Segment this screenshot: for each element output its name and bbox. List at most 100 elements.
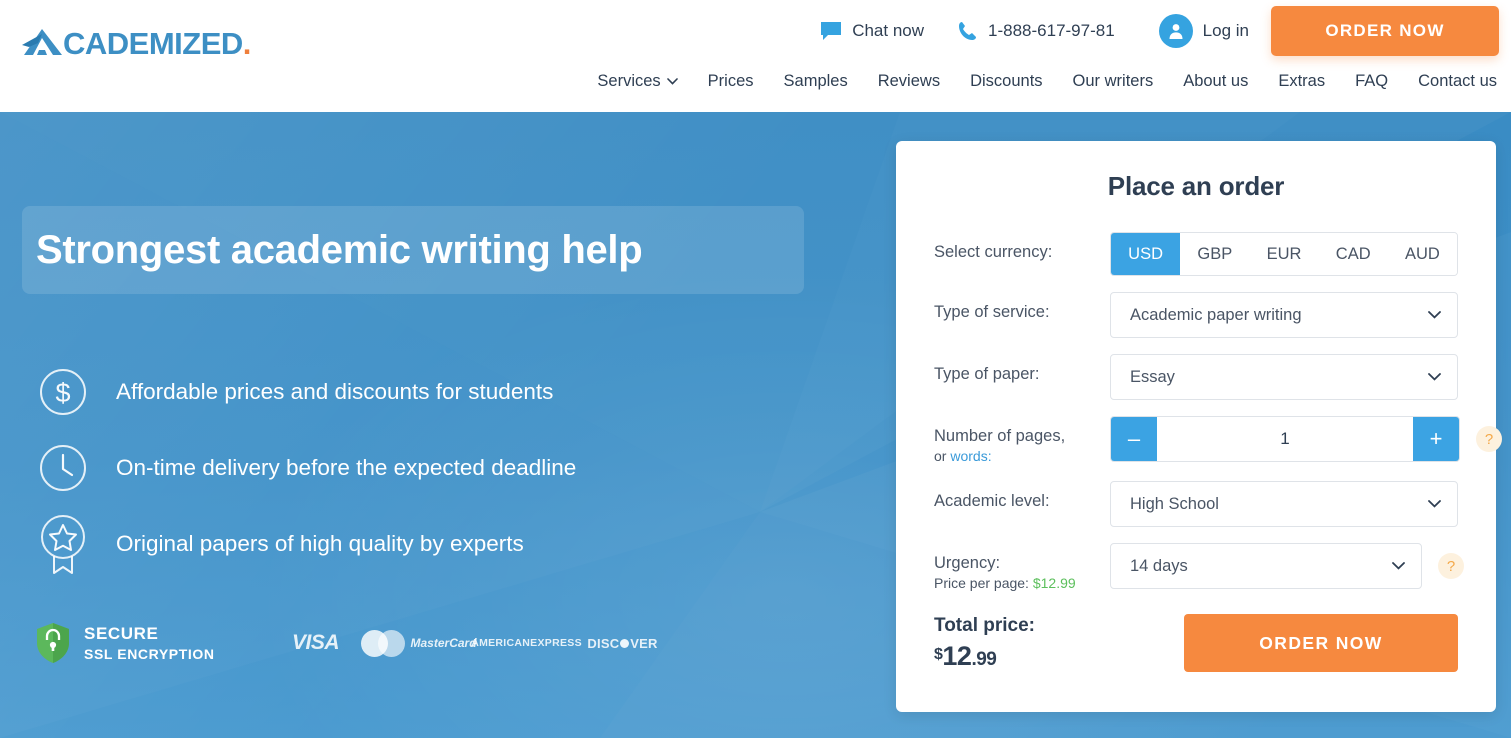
pages-help-icon[interactable]: ? — [1476, 426, 1502, 452]
type-of-paper-select[interactable]: Essay — [1110, 354, 1458, 400]
discover-dot-icon — [620, 638, 630, 648]
pages-row: Number of pages, or words: – 1 + ? — [934, 416, 1502, 465]
currency-option-eur[interactable]: EUR — [1249, 233, 1319, 275]
pages-label-or: or — [934, 447, 951, 464]
nav-item-contact-us[interactable]: Contact us — [1418, 72, 1497, 91]
nav-item-reviews[interactable]: Reviews — [878, 72, 940, 91]
nav-item-extras[interactable]: Extras — [1278, 72, 1325, 91]
hero-headline-box: Strongest academic writing help — [22, 206, 804, 294]
chat-now-label: Chat now — [852, 21, 925, 40]
academic-level-value: High School — [1130, 494, 1219, 513]
total-row: Total price: $12.99 ORDER NOW — [934, 614, 1458, 673]
mastercard-label: MasterCard — [410, 636, 477, 650]
pages-label: Number of pages, or words: — [934, 416, 1110, 465]
nav-item-our-writers[interactable]: Our writers — [1073, 72, 1154, 91]
type-of-service-select[interactable]: Academic paper writing — [1110, 292, 1458, 338]
chat-now-link[interactable]: Chat now — [820, 21, 924, 41]
currency-selector[interactable]: USD GBP EUR CAD AUD — [1110, 232, 1458, 276]
phone-label: 1-888-617-97-81 — [988, 21, 1115, 40]
hero-bullet-item: On-time delivery before the expected dea… — [32, 430, 576, 506]
pages-increment-button[interactable]: + — [1413, 417, 1459, 461]
total-price-value: $12.99 — [934, 641, 1184, 672]
login-link[interactable]: Log in — [1158, 14, 1249, 48]
discover-logo: DISC VER — [575, 636, 671, 651]
currency-row: Select currency: USD GBP EUR CAD AUD — [934, 232, 1458, 276]
phone-link[interactable]: 1-888-617-97-81 — [958, 20, 1115, 42]
hero-bullet-item: Original papers of high quality by exper… — [32, 506, 576, 582]
payment-logos: VISA MasterCard AMERICAN EXPRESS DISC VER — [273, 629, 671, 657]
academic-level-select[interactable]: High School — [1110, 481, 1458, 528]
chevron-down-icon — [1428, 373, 1441, 381]
pages-decrement-button[interactable]: – — [1111, 417, 1157, 461]
currency-option-aud[interactable]: AUD — [1387, 233, 1457, 275]
currency-label: Select currency: — [934, 243, 1053, 261]
paper-row: Type of paper: Essay — [934, 354, 1458, 400]
service-row: Type of service: Academic paper writing — [934, 292, 1458, 338]
order-form-title: Place an order — [1107, 171, 1285, 201]
site-logo[interactable]: CADEMIZED. — [22, 22, 251, 64]
hero-headline: Strongest academic writing help — [36, 227, 643, 272]
total-cents: .99 — [971, 648, 997, 670]
total-amount: 12 — [942, 640, 972, 671]
nav-item-about-us[interactable]: About us — [1183, 72, 1248, 91]
currency-option-gbp[interactable]: GBP — [1180, 233, 1250, 275]
price-per-page-prefix: Price per page: — [934, 574, 1033, 591]
phone-icon — [959, 22, 977, 40]
urgency-select[interactable]: 14 days — [1110, 543, 1422, 590]
logo-dot: . — [242, 25, 252, 61]
type-of-paper-value: Essay — [1130, 367, 1175, 386]
nav-item-discounts[interactable]: Discounts — [970, 72, 1042, 91]
star-badge-icon — [32, 513, 94, 575]
currency-option-cad[interactable]: CAD — [1318, 233, 1388, 275]
hero-bullet-item: $ Affordable prices and discounts for st… — [32, 354, 576, 430]
amex-logo: AMERICAN EXPRESS — [471, 637, 581, 650]
svg-text:$: $ — [55, 378, 70, 408]
chevron-down-icon — [1428, 311, 1441, 319]
nav-item-samples[interactable]: Samples — [784, 72, 848, 91]
urgency-label-text: Urgency: — [934, 554, 1001, 573]
chat-bubble-icon — [821, 22, 842, 40]
hero-bullet-list: $ Affordable prices and discounts for st… — [32, 354, 576, 582]
landing-page: CADEMIZED. Chat now 1-888-617-97-81 Log … — [0, 0, 1511, 738]
secure-badge-text: SECURE SSL ENCRYPTION — [84, 624, 215, 663]
mastercard-logo: MasterCard — [359, 629, 479, 657]
nav-item-faq[interactable]: FAQ — [1355, 72, 1388, 91]
header-top-row: Chat now 1-888-617-97-81 Log in ORDER NO… — [820, 0, 1511, 62]
nav-item-services[interactable]: Services — [597, 72, 678, 91]
mastercard-circles-icon — [360, 629, 405, 657]
secure-badge-row: SECURE SSL ENCRYPTION VISA MasterCard AM… — [36, 622, 671, 664]
pages-label-line2: or words: — [934, 448, 1110, 466]
secure-line1: SECURE — [84, 623, 159, 643]
service-label: Type of service: — [934, 303, 1050, 321]
hero-bullet-text: On-time delivery before the expected dea… — [116, 455, 577, 480]
order-form-card: Place an order Select currency: USD GBP … — [896, 141, 1502, 712]
total-price-label: Total price: — [934, 614, 1035, 636]
amex-line1: AMERICAN — [471, 636, 531, 649]
type-of-service-value: Academic paper writing — [1130, 305, 1302, 324]
header-order-now-button[interactable]: ORDER NOW — [1271, 6, 1499, 56]
login-label: Log in — [1202, 21, 1249, 40]
user-avatar-icon — [1158, 14, 1193, 48]
nav-item-prices[interactable]: Prices — [708, 72, 754, 91]
hero-bullet-text: Original papers of high quality by exper… — [116, 531, 524, 556]
logo-mark-icon — [22, 29, 62, 55]
chevron-down-icon — [1428, 500, 1441, 508]
pages-label-line1: Number of pages, — [934, 427, 1066, 445]
chevron-down-icon — [666, 78, 678, 85]
order-form-submit-button[interactable]: ORDER NOW — [1184, 614, 1458, 673]
level-row: Academic level: High School — [934, 481, 1458, 528]
discover-post: VER — [630, 635, 658, 651]
logo-text: CADEMIZED. — [63, 25, 252, 61]
level-label: Academic level: — [934, 492, 1050, 511]
urgency-row: Urgency: Price per page: $12.99 14 days … — [934, 543, 1464, 593]
currency-option-usd[interactable]: USD — [1111, 233, 1181, 275]
paper-label: Type of paper: — [934, 365, 1040, 383]
shield-lock-icon — [37, 623, 69, 663]
urgency-help-icon[interactable]: ? — [1438, 553, 1464, 580]
pages-stepper[interactable]: – 1 + — [1110, 416, 1460, 462]
words-link[interactable]: words: — [950, 448, 991, 464]
price-per-page: Price per page: $12.99 — [934, 575, 1110, 593]
clock-circle-icon — [32, 442, 94, 494]
pages-value[interactable]: 1 — [1157, 417, 1413, 461]
urgency-value: 14 days — [1130, 556, 1188, 575]
